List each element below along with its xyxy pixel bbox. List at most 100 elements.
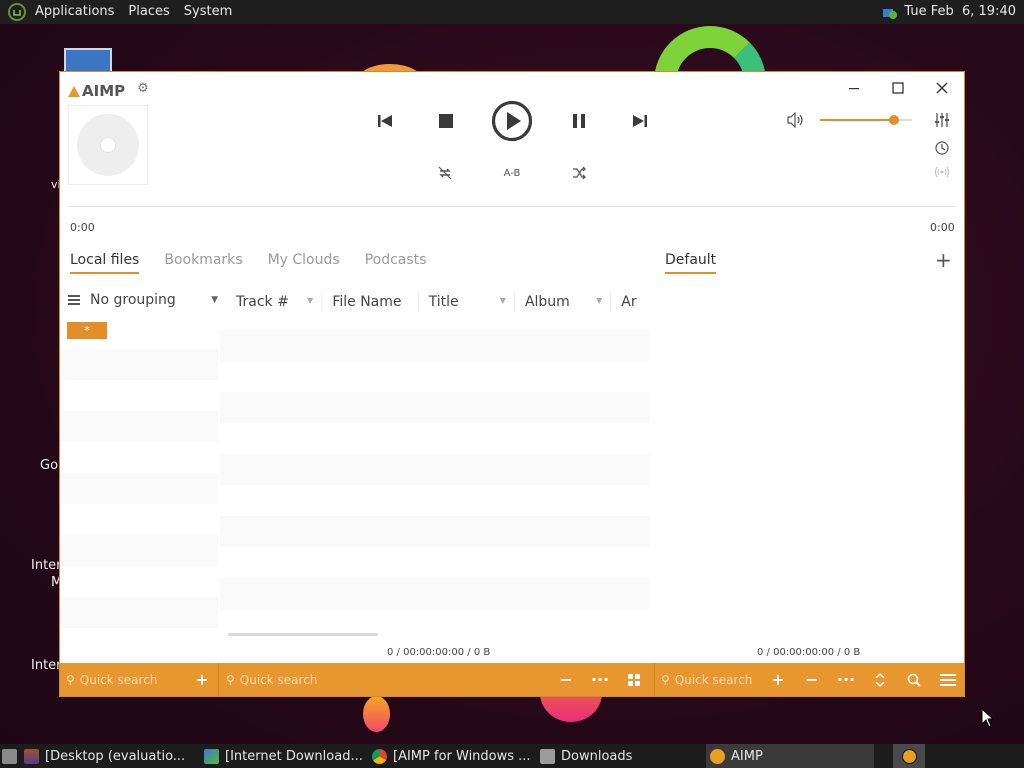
clock-area[interactable]: Tue Feb 6, 19:40 [882, 0, 1016, 24]
quick-search-groups-input[interactable] [79, 672, 180, 687]
taskbar-item-label: AIMP [731, 748, 763, 764]
equalizer-button[interactable] [932, 110, 952, 130]
shuffle-icon [573, 166, 586, 180]
toolbar-separator [218, 663, 219, 696]
quick-search-files[interactable]: ⚲ [226, 663, 366, 696]
maximize-icon [892, 82, 904, 94]
aimp-logo-icon [68, 85, 80, 97]
mint-menu-icon[interactable] [8, 3, 26, 21]
table-row[interactable] [220, 423, 650, 454]
aimp-logo[interactable]: AIMP [68, 82, 125, 100]
main-menu-button[interactable] [936, 663, 960, 696]
play-button[interactable] [491, 100, 533, 142]
taskbar-item-desktop[interactable]: [Desktop (evaluatio... [24, 744, 202, 768]
shuffle-button[interactable] [569, 164, 589, 182]
tray-aimp[interactable] [893, 744, 925, 768]
maximize-button[interactable] [883, 78, 913, 98]
grouping-label: No grouping [90, 292, 176, 308]
stop-icon [439, 114, 453, 128]
aimp-tray-icon [901, 748, 917, 764]
search-button[interactable] [902, 663, 926, 696]
table-row[interactable] [220, 361, 650, 392]
clock-text[interactable]: Tue Feb 6, 19:40 [904, 0, 1016, 24]
stop-button[interactable] [434, 109, 458, 133]
table-row[interactable] [220, 547, 650, 578]
hamburger-icon [940, 673, 956, 686]
tab-podcasts[interactable]: Podcasts [365, 252, 427, 274]
play-icon [491, 100, 533, 142]
radio-capture-button[interactable] [932, 164, 952, 180]
previous-button[interactable] [373, 109, 397, 133]
chrome-icon [372, 748, 387, 764]
playlist-add-button[interactable]: + [766, 663, 790, 696]
add-playlist-button[interactable]: + [935, 250, 952, 270]
filter-icon[interactable]: ▼ [500, 296, 506, 305]
tab-playlist-default[interactable]: Default [665, 252, 717, 274]
horizontal-scrollbar[interactable] [228, 633, 378, 636]
library-tabs: Local files Bookmarks My Clouds Podcasts [70, 252, 426, 274]
tab-bookmarks[interactable]: Bookmarks [164, 252, 242, 274]
menu-places[interactable]: Places [121, 0, 176, 24]
quick-search-playlist[interactable]: ⚲ [661, 663, 761, 696]
taskbar-item-label: [AIMP for Windows ... [393, 748, 531, 764]
add-button[interactable]: + [190, 663, 214, 696]
playlist-remove-button[interactable]: − [800, 663, 824, 696]
quick-search-files-input[interactable] [239, 672, 350, 687]
column-header-file-name[interactable]: File Name [322, 292, 419, 312]
remove-button[interactable]: − [554, 663, 578, 696]
quick-search-playlist-input[interactable] [674, 672, 753, 687]
taskbar-item-internet-download[interactable]: [Internet Download... [204, 744, 368, 768]
taskbar-item-downloads[interactable]: Downloads [540, 744, 704, 768]
volume-slider-knob[interactable] [888, 115, 899, 125]
taskbar-item-aimp[interactable]: AIMP [706, 744, 874, 768]
next-icon [633, 115, 647, 127]
quick-search-groups[interactable]: ⚲ [66, 663, 186, 696]
column-header-artist[interactable]: Ar [611, 292, 650, 312]
filter-icon[interactable]: ▼ [307, 296, 313, 305]
table-row[interactable] [220, 578, 650, 609]
scheduler-button[interactable] [932, 138, 952, 158]
sort-button[interactable] [868, 663, 892, 696]
disc-icon [77, 114, 139, 176]
album-cover[interactable] [68, 105, 148, 185]
settings-gear-icon[interactable]: ⚙ [136, 82, 150, 96]
volume-slider[interactable] [820, 115, 912, 125]
close-button[interactable] [927, 78, 957, 98]
table-row[interactable] [220, 454, 650, 485]
table-row[interactable] [220, 392, 650, 423]
column-headers: Track # ▼ File Name Title ▼ Album ▼ Ar [226, 292, 650, 312]
tab-local-files[interactable]: Local files [70, 252, 140, 274]
next-button[interactable] [628, 109, 652, 133]
volume-button[interactable] [785, 110, 807, 130]
sort-icon [875, 672, 885, 687]
group-item-all[interactable]: * [67, 322, 107, 339]
pause-button[interactable] [567, 109, 591, 133]
menu-applications[interactable]: Applications [28, 0, 121, 24]
pause-icon [573, 114, 585, 128]
chevron-down-icon: ▼ [211, 295, 218, 305]
filter-icon[interactable]: ▼ [596, 296, 602, 305]
menu-system[interactable]: System [177, 0, 239, 24]
ab-repeat-button[interactable]: A-B [496, 164, 528, 182]
show-desktop-button[interactable] [2, 744, 22, 768]
taskbar-item-aimp-for-windows[interactable]: [AIMP for Windows ... [372, 744, 538, 768]
column-header-album[interactable]: Album ▼ [515, 292, 612, 312]
table-row[interactable] [220, 516, 650, 547]
minimize-button[interactable] [839, 78, 869, 98]
repeat-button[interactable] [435, 164, 455, 182]
playlist-more-button[interactable]: ··· [834, 663, 858, 696]
column-header-track[interactable]: Track # ▼ [226, 292, 323, 312]
grid-view-button[interactable] [622, 663, 646, 696]
tab-my-clouds[interactable]: My Clouds [268, 252, 340, 274]
network-icon[interactable] [882, 5, 898, 19]
volume-slider-fill [820, 119, 894, 121]
seek-bar[interactable] [68, 206, 956, 207]
column-header-title[interactable]: Title ▼ [419, 292, 515, 312]
grouping-dropdown[interactable]: No grouping ▼ [68, 292, 218, 308]
more-button[interactable]: ··· [588, 663, 612, 696]
table-row[interactable] [220, 330, 650, 361]
desktop-icon-label[interactable]: Go [40, 458, 58, 473]
playlist-stats: 0 / 00:00:00:00 / 0 B [757, 647, 861, 658]
aimp-window: AIMP ⚙ A-B 0:00 0:00 Local files Bookmar… [59, 71, 965, 697]
table-row[interactable] [220, 485, 650, 516]
